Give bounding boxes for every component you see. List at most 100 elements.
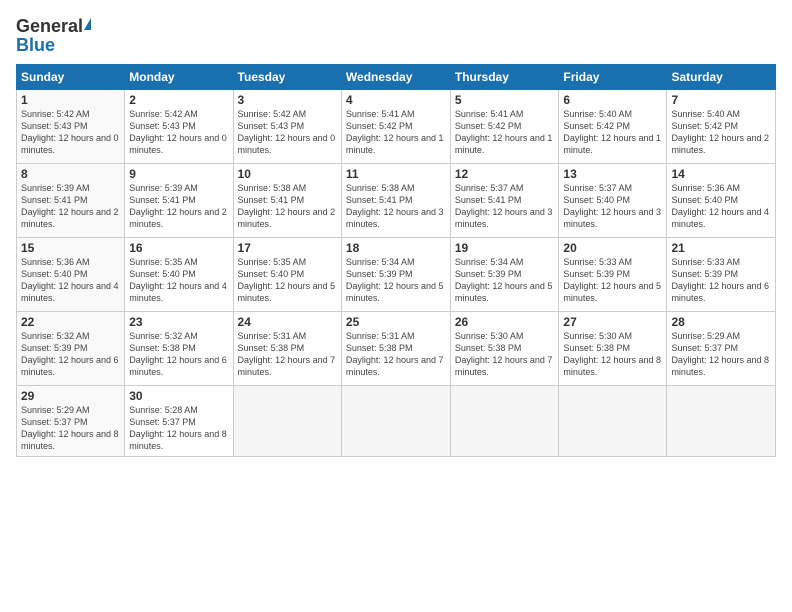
day-info: Sunrise: 5:28 AMSunset: 5:37 PMDaylight:… xyxy=(129,405,227,451)
calendar-day-cell: 9 Sunrise: 5:39 AMSunset: 5:41 PMDayligh… xyxy=(125,164,233,238)
day-info: Sunrise: 5:41 AMSunset: 5:42 PMDaylight:… xyxy=(346,109,444,155)
day-info: Sunrise: 5:35 AMSunset: 5:40 PMDaylight:… xyxy=(238,257,336,303)
day-info: Sunrise: 5:36 AMSunset: 5:40 PMDaylight:… xyxy=(21,257,119,303)
day-number: 19 xyxy=(455,241,555,255)
day-number: 1 xyxy=(21,93,120,107)
logo-general: General xyxy=(16,16,83,37)
calendar-day-cell xyxy=(667,386,776,457)
calendar-header-row: SundayMondayTuesdayWednesdayThursdayFrid… xyxy=(17,65,776,90)
day-info: Sunrise: 5:29 AMSunset: 5:37 PMDaylight:… xyxy=(21,405,119,451)
day-info: Sunrise: 5:39 AMSunset: 5:41 PMDaylight:… xyxy=(21,183,119,229)
day-number: 23 xyxy=(129,315,228,329)
day-of-week-header: Thursday xyxy=(450,65,559,90)
day-number: 14 xyxy=(671,167,771,181)
calendar-day-cell: 3 Sunrise: 5:42 AMSunset: 5:43 PMDayligh… xyxy=(233,90,341,164)
calendar-day-cell: 10 Sunrise: 5:38 AMSunset: 5:41 PMDaylig… xyxy=(233,164,341,238)
day-number: 16 xyxy=(129,241,228,255)
day-number: 5 xyxy=(455,93,555,107)
calendar-day-cell: 6 Sunrise: 5:40 AMSunset: 5:42 PMDayligh… xyxy=(559,90,667,164)
day-of-week-header: Saturday xyxy=(667,65,776,90)
day-number: 21 xyxy=(671,241,771,255)
day-info: Sunrise: 5:35 AMSunset: 5:40 PMDaylight:… xyxy=(129,257,227,303)
calendar-day-cell: 30 Sunrise: 5:28 AMSunset: 5:37 PMDaylig… xyxy=(125,386,233,457)
calendar-day-cell: 23 Sunrise: 5:32 AMSunset: 5:38 PMDaylig… xyxy=(125,312,233,386)
calendar-day-cell: 16 Sunrise: 5:35 AMSunset: 5:40 PMDaylig… xyxy=(125,238,233,312)
day-number: 3 xyxy=(238,93,337,107)
day-info: Sunrise: 5:36 AMSunset: 5:40 PMDaylight:… xyxy=(671,183,769,229)
calendar-week-row: 8 Sunrise: 5:39 AMSunset: 5:41 PMDayligh… xyxy=(17,164,776,238)
day-number: 29 xyxy=(21,389,120,403)
day-number: 11 xyxy=(346,167,446,181)
day-info: Sunrise: 5:31 AMSunset: 5:38 PMDaylight:… xyxy=(346,331,444,377)
day-number: 30 xyxy=(129,389,228,403)
day-info: Sunrise: 5:38 AMSunset: 5:41 PMDaylight:… xyxy=(346,183,444,229)
day-number: 28 xyxy=(671,315,771,329)
calendar-day-cell: 4 Sunrise: 5:41 AMSunset: 5:42 PMDayligh… xyxy=(341,90,450,164)
calendar-day-cell: 25 Sunrise: 5:31 AMSunset: 5:38 PMDaylig… xyxy=(341,312,450,386)
day-number: 20 xyxy=(563,241,662,255)
calendar-day-cell xyxy=(450,386,559,457)
day-info: Sunrise: 5:34 AMSunset: 5:39 PMDaylight:… xyxy=(455,257,553,303)
day-number: 26 xyxy=(455,315,555,329)
calendar-day-cell xyxy=(559,386,667,457)
day-number: 18 xyxy=(346,241,446,255)
day-number: 25 xyxy=(346,315,446,329)
calendar-day-cell: 2 Sunrise: 5:42 AMSunset: 5:43 PMDayligh… xyxy=(125,90,233,164)
calendar-day-cell xyxy=(233,386,341,457)
day-info: Sunrise: 5:40 AMSunset: 5:42 PMDaylight:… xyxy=(563,109,661,155)
logo-blue: Blue xyxy=(16,35,55,56)
calendar-day-cell: 12 Sunrise: 5:37 AMSunset: 5:41 PMDaylig… xyxy=(450,164,559,238)
calendar-day-cell: 24 Sunrise: 5:31 AMSunset: 5:38 PMDaylig… xyxy=(233,312,341,386)
day-number: 10 xyxy=(238,167,337,181)
day-of-week-header: Monday xyxy=(125,65,233,90)
day-info: Sunrise: 5:32 AMSunset: 5:39 PMDaylight:… xyxy=(21,331,119,377)
calendar-day-cell: 26 Sunrise: 5:30 AMSunset: 5:38 PMDaylig… xyxy=(450,312,559,386)
day-info: Sunrise: 5:38 AMSunset: 5:41 PMDaylight:… xyxy=(238,183,336,229)
day-info: Sunrise: 5:42 AMSunset: 5:43 PMDaylight:… xyxy=(129,109,227,155)
header: General Blue xyxy=(16,16,776,56)
calendar-week-row: 22 Sunrise: 5:32 AMSunset: 5:39 PMDaylig… xyxy=(17,312,776,386)
day-number: 8 xyxy=(21,167,120,181)
day-of-week-header: Sunday xyxy=(17,65,125,90)
day-info: Sunrise: 5:37 AMSunset: 5:40 PMDaylight:… xyxy=(563,183,661,229)
day-number: 24 xyxy=(238,315,337,329)
day-info: Sunrise: 5:29 AMSunset: 5:37 PMDaylight:… xyxy=(671,331,769,377)
day-number: 9 xyxy=(129,167,228,181)
calendar-day-cell: 21 Sunrise: 5:33 AMSunset: 5:39 PMDaylig… xyxy=(667,238,776,312)
calendar-day-cell: 19 Sunrise: 5:34 AMSunset: 5:39 PMDaylig… xyxy=(450,238,559,312)
day-number: 7 xyxy=(671,93,771,107)
day-number: 13 xyxy=(563,167,662,181)
logo-arrow-icon xyxy=(84,18,91,30)
calendar-day-cell: 11 Sunrise: 5:38 AMSunset: 5:41 PMDaylig… xyxy=(341,164,450,238)
calendar-day-cell xyxy=(341,386,450,457)
day-info: Sunrise: 5:30 AMSunset: 5:38 PMDaylight:… xyxy=(455,331,553,377)
day-info: Sunrise: 5:31 AMSunset: 5:38 PMDaylight:… xyxy=(238,331,336,377)
day-info: Sunrise: 5:33 AMSunset: 5:39 PMDaylight:… xyxy=(671,257,769,303)
day-number: 17 xyxy=(238,241,337,255)
logo: General Blue xyxy=(16,16,91,56)
calendar-day-cell: 15 Sunrise: 5:36 AMSunset: 5:40 PMDaylig… xyxy=(17,238,125,312)
day-of-week-header: Wednesday xyxy=(341,65,450,90)
day-info: Sunrise: 5:39 AMSunset: 5:41 PMDaylight:… xyxy=(129,183,227,229)
day-number: 15 xyxy=(21,241,120,255)
day-info: Sunrise: 5:30 AMSunset: 5:38 PMDaylight:… xyxy=(563,331,661,377)
day-number: 22 xyxy=(21,315,120,329)
day-of-week-header: Tuesday xyxy=(233,65,341,90)
day-number: 27 xyxy=(563,315,662,329)
calendar-day-cell: 8 Sunrise: 5:39 AMSunset: 5:41 PMDayligh… xyxy=(17,164,125,238)
day-info: Sunrise: 5:42 AMSunset: 5:43 PMDaylight:… xyxy=(238,109,336,155)
calendar-day-cell: 13 Sunrise: 5:37 AMSunset: 5:40 PMDaylig… xyxy=(559,164,667,238)
calendar-day-cell: 27 Sunrise: 5:30 AMSunset: 5:38 PMDaylig… xyxy=(559,312,667,386)
day-info: Sunrise: 5:37 AMSunset: 5:41 PMDaylight:… xyxy=(455,183,553,229)
day-info: Sunrise: 5:40 AMSunset: 5:42 PMDaylight:… xyxy=(671,109,769,155)
calendar-day-cell: 20 Sunrise: 5:33 AMSunset: 5:39 PMDaylig… xyxy=(559,238,667,312)
day-number: 4 xyxy=(346,93,446,107)
calendar-day-cell: 7 Sunrise: 5:40 AMSunset: 5:42 PMDayligh… xyxy=(667,90,776,164)
calendar-week-row: 1 Sunrise: 5:42 AMSunset: 5:43 PMDayligh… xyxy=(17,90,776,164)
calendar-day-cell: 17 Sunrise: 5:35 AMSunset: 5:40 PMDaylig… xyxy=(233,238,341,312)
day-info: Sunrise: 5:42 AMSunset: 5:43 PMDaylight:… xyxy=(21,109,119,155)
day-number: 6 xyxy=(563,93,662,107)
calendar-day-cell: 22 Sunrise: 5:32 AMSunset: 5:39 PMDaylig… xyxy=(17,312,125,386)
calendar-day-cell: 29 Sunrise: 5:29 AMSunset: 5:37 PMDaylig… xyxy=(17,386,125,457)
calendar-day-cell: 5 Sunrise: 5:41 AMSunset: 5:42 PMDayligh… xyxy=(450,90,559,164)
